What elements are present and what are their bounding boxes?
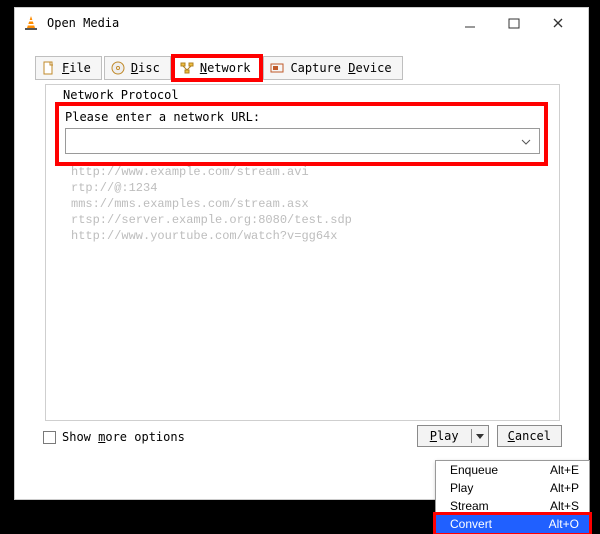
url-example-line: rtp://@:1234 <box>71 180 352 196</box>
play-dropdown-toggle[interactable] <box>472 434 488 439</box>
network-icon <box>180 61 194 75</box>
url-examples: http://www.example.com/stream.avi rtp://… <box>71 164 352 244</box>
network-protocol-label: Network Protocol <box>59 88 183 102</box>
show-more-checkbox[interactable] <box>43 431 56 444</box>
url-example-line: mms://mms.examples.com/stream.asx <box>71 196 352 212</box>
menu-item-stream[interactable]: Stream Alt+S <box>436 497 589 515</box>
disc-icon <box>111 61 125 75</box>
menu-item-convert[interactable]: Convert Alt+O <box>436 515 589 533</box>
url-example-line: http://www.yourtube.com/watch?v=gg64x <box>71 228 352 244</box>
url-label: Please enter a network URL: <box>65 110 540 124</box>
titlebar: Open Media <box>15 8 588 38</box>
menu-item-enqueue[interactable]: Enqueue Alt+E <box>436 461 589 479</box>
tab-network[interactable]: Network <box>173 56 262 80</box>
bottom-buttons: Play Cancel <box>417 425 562 447</box>
url-example-line: rtsp://server.example.org:8080/test.sdp <box>71 212 352 228</box>
chevron-down-icon[interactable] <box>521 134 531 148</box>
capture-icon <box>270 61 284 75</box>
play-button[interactable]: Play <box>417 425 489 447</box>
url-highlight: Please enter a network URL: <box>55 102 548 166</box>
tabs: File Disc Network Capture Device <box>15 56 588 80</box>
url-input[interactable] <box>65 128 540 154</box>
tab-disc[interactable]: Disc <box>104 56 171 80</box>
file-icon <box>42 61 56 75</box>
maximize-button[interactable] <box>492 9 536 37</box>
cancel-button[interactable]: Cancel <box>497 425 562 447</box>
tab-capture-device[interactable]: Capture Device <box>263 56 402 80</box>
close-button[interactable] <box>536 9 580 37</box>
play-dropdown-menu: Enqueue Alt+E Play Alt+P Stream Alt+S Co… <box>435 460 590 534</box>
menu-item-play[interactable]: Play Alt+P <box>436 479 589 497</box>
url-example-line: http://www.example.com/stream.avi <box>71 164 352 180</box>
vlc-cone-icon <box>23 15 39 31</box>
window-title: Open Media <box>47 16 119 30</box>
minimize-button[interactable] <box>448 9 492 37</box>
tab-file[interactable]: File <box>35 56 102 80</box>
open-media-window: Open Media File Disc Network Capture Dev… <box>14 7 589 500</box>
show-more-options[interactable]: Show more options <box>43 430 185 444</box>
menu-item-convert-highlight: Convert Alt+O <box>436 515 589 533</box>
